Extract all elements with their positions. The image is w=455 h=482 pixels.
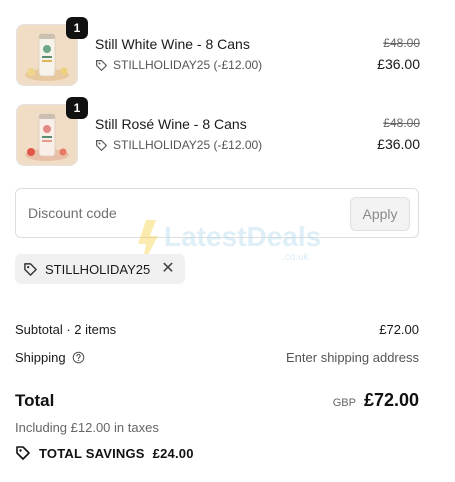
total-savings: TOTAL SAVINGS £24.00 bbox=[15, 445, 194, 461]
total-label: Total bbox=[15, 391, 55, 410]
quantity-badge: 1 bbox=[66, 17, 88, 39]
discount-code-field[interactable]: Discount code Apply bbox=[15, 188, 419, 238]
item-name: Still Rosé Wine - 8 Cans bbox=[95, 116, 247, 132]
watermark-subtext: .co.uk bbox=[282, 252, 310, 263]
item-discount-label: STILLHOLIDAY25 (-£12.00) bbox=[113, 138, 263, 152]
total-amount: £72.00 bbox=[363, 390, 419, 410]
tax-note: Including £12.00 in taxes bbox=[15, 420, 159, 435]
currency-code: GBP bbox=[332, 397, 356, 409]
tag-icon bbox=[16, 446, 30, 460]
item-name: Still White Wine - 8 Cans bbox=[95, 36, 250, 52]
line-item: 1 Still White Wine - 8 Cans STILLHOLIDAY… bbox=[16, 17, 420, 86]
shipping-label-group: Shipping bbox=[15, 350, 85, 365]
original-price: £48.00 bbox=[383, 116, 420, 130]
item-discount: STILLHOLIDAY25 (-£12.00) bbox=[95, 138, 262, 152]
total-amount-group: GBP £72.00 bbox=[333, 390, 419, 411]
quantity-badge: 1 bbox=[66, 97, 88, 119]
applied-discount-chip: STILLHOLIDAY25 ✕ bbox=[15, 254, 185, 284]
subtotal-value: £72.00 bbox=[379, 322, 419, 337]
product-image-rose-wine: 1 bbox=[16, 97, 88, 166]
tag-icon bbox=[96, 139, 107, 151]
discount-code-input[interactable]: Discount code bbox=[28, 205, 117, 221]
shipping-value: Enter shipping address bbox=[286, 350, 419, 365]
item-discount-label: STILLHOLIDAY25 (-£12.00) bbox=[113, 58, 263, 72]
item-price: £36.00 bbox=[377, 136, 420, 152]
product-image-white-wine: 1 bbox=[16, 17, 88, 86]
item-discount: STILLHOLIDAY25 (-£12.00) bbox=[95, 58, 262, 72]
help-icon[interactable] bbox=[72, 351, 85, 364]
close-icon[interactable]: ✕ bbox=[161, 261, 174, 277]
item-price: £36.00 bbox=[377, 56, 420, 72]
subtotal-label: Subtotal · 2 items bbox=[15, 322, 117, 337]
line-item: 1 Still Rosé Wine - 8 Cans STILLHOLIDAY2… bbox=[16, 97, 420, 166]
original-price: £48.00 bbox=[383, 36, 420, 50]
savings-label: TOTAL SAVINGS bbox=[39, 445, 145, 461]
apply-button[interactable]: Apply bbox=[350, 197, 410, 231]
savings-value: £24.00 bbox=[152, 445, 194, 461]
shipping-label: Shipping bbox=[15, 350, 66, 365]
tag-icon bbox=[24, 262, 37, 276]
applied-code-label: STILLHOLIDAY25 bbox=[45, 261, 151, 277]
tag-icon bbox=[96, 59, 107, 71]
